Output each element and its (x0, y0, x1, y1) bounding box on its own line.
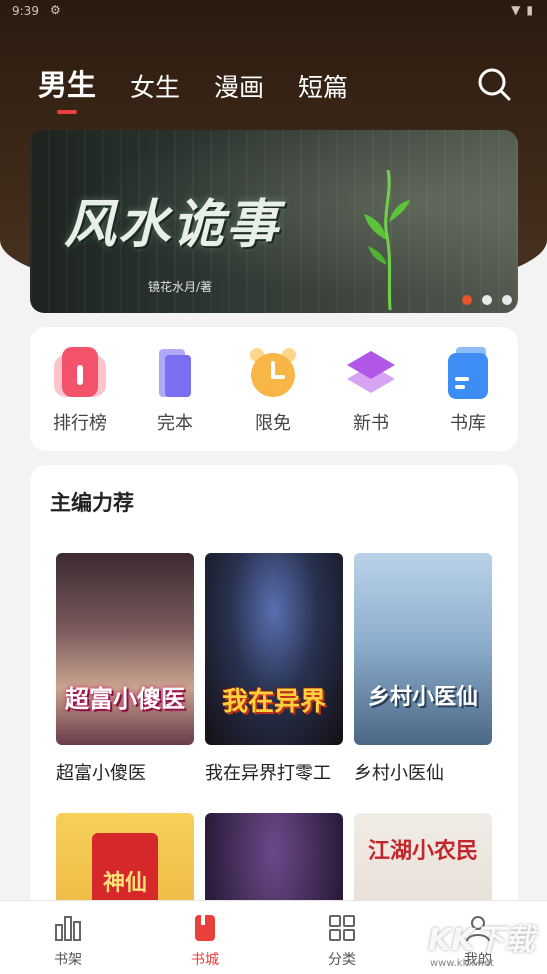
search-icon (478, 68, 511, 101)
quick-link-library[interactable]: 书库 (428, 347, 508, 435)
quick-link-label: 排行榜 (53, 413, 107, 434)
clock-icon (245, 347, 301, 399)
book-title: 乡村小医仙 (354, 763, 444, 784)
quick-link-ranking[interactable]: 排行榜 (40, 347, 120, 435)
cover-title: 超富小傻医 (65, 684, 185, 713)
quick-link-new[interactable]: 新书 (331, 347, 411, 435)
watermark: KK下载 (428, 923, 535, 958)
book-complete-icon (147, 347, 203, 399)
tab-label: 女生 (130, 73, 181, 102)
wifi-icon: ▼ (511, 3, 521, 17)
book-title: 超富小傻医 (56, 763, 146, 784)
category-grid-icon (329, 915, 355, 941)
bookshelf-icon (55, 916, 81, 941)
quick-link-complete[interactable]: 完本 (135, 347, 215, 435)
nav-item-bookshelf[interactable]: 书架 (28, 913, 108, 969)
book-cover: 超富小傻医 (56, 553, 194, 745)
nav-item-bookstore[interactable]: 书城 (165, 913, 245, 969)
book-cover: 我在异界 (205, 553, 343, 745)
banner-pagination (462, 295, 512, 305)
category-tabs: 男生 女生 漫画 短篇 (38, 62, 348, 114)
tab-label: 短篇 (298, 73, 349, 102)
layers-icon (343, 347, 399, 399)
book-card[interactable]: 超富小傻医 超富小傻医 (56, 553, 194, 785)
tab-short-stories[interactable]: 短篇 (298, 68, 348, 104)
active-tab-indicator (57, 110, 77, 114)
quick-link-label: 新书 (353, 413, 389, 434)
tab-male[interactable]: 男生 (38, 62, 97, 114)
nav-label: 书城 (191, 952, 219, 968)
quick-link-label: 限免 (255, 413, 291, 434)
bookstore-icon (195, 915, 215, 941)
book-card[interactable]: 乡村小医仙 乡村小医仙 (354, 553, 492, 785)
cover-title: 我在异界 (221, 687, 326, 717)
nav-item-category[interactable]: 分类 (302, 913, 382, 969)
quick-links-card: 排行榜 完本 限免 新书 书库 (30, 327, 518, 451)
book-cover: 乡村小医仙 (354, 553, 492, 745)
ranking-icon (52, 347, 108, 399)
tab-comics[interactable]: 漫画 (214, 68, 264, 104)
section-title: 主编力荐 (50, 491, 134, 515)
banner-author: 镜花水月/著 (148, 280, 213, 294)
book-title: 我在异界打零工 (205, 763, 331, 784)
nav-label: 书架 (54, 952, 82, 968)
battery-icon: ▮ (526, 3, 533, 17)
cover-title: 神仙 (102, 870, 147, 896)
gear-icon: ⚙ (50, 3, 61, 17)
nav-label: 分类 (328, 952, 356, 968)
library-icon (440, 347, 496, 399)
quick-link-label: 书库 (450, 413, 486, 434)
tab-female[interactable]: 女生 (130, 68, 180, 104)
editor-picks-section: 主编力荐 超富小傻医 超富小傻医 我在异界 我在异界打零工 乡村小医仙 乡村小医… (30, 465, 518, 974)
featured-banner[interactable]: 风水诡事 镜花水月/著 (30, 130, 518, 313)
tab-label: 男生 (38, 68, 97, 102)
banner-plant-illustration (364, 170, 410, 310)
banner-title: 风水诡事 (64, 194, 281, 255)
watermark-url: www.kkx.net (430, 958, 494, 969)
status-bar: 9:39 ⚙ ▼ ▮ (0, 0, 547, 24)
search-button[interactable] (476, 66, 512, 102)
quick-link-label: 完本 (157, 413, 193, 434)
quick-link-free[interactable]: 限免 (233, 347, 313, 435)
tab-label: 漫画 (214, 73, 265, 102)
cover-title: 江湖小农民 (367, 838, 478, 864)
status-time: 9:39 (12, 4, 39, 18)
pagination-dot[interactable] (482, 295, 492, 305)
cover-title: 乡村小医仙 (367, 684, 478, 710)
book-card[interactable]: 我在异界 我在异界打零工 (205, 553, 343, 785)
pagination-dot[interactable] (462, 295, 472, 305)
pagination-dot[interactable] (502, 295, 512, 305)
